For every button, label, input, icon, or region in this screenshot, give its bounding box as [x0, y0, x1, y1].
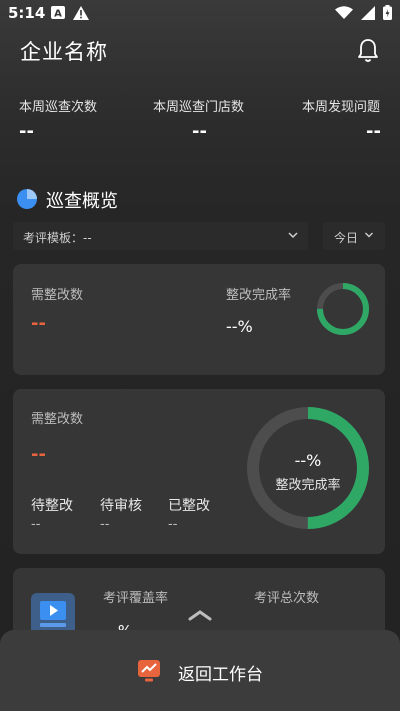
card1-need-label: 需整改数	[31, 288, 84, 303]
status-icons	[335, 5, 392, 20]
stat-stores-label: 本周巡查门店数	[153, 100, 245, 115]
card2-ring-value: --%	[294, 451, 322, 470]
rectified-label: 已整改	[168, 498, 210, 514]
card1-rate-value: --%	[226, 317, 253, 336]
pending-rectify-value: --	[31, 517, 41, 532]
bell-icon[interactable]	[356, 38, 380, 64]
page-title: 企业名称	[20, 40, 108, 64]
total-evaluations-label: 考评总次数	[254, 591, 320, 606]
warning-icon	[73, 6, 89, 20]
card1-need-value: --	[31, 313, 46, 334]
battery-icon	[383, 5, 392, 20]
card1-rate-label: 整改完成率	[226, 288, 292, 303]
notification-badge-icon: A	[51, 6, 65, 19]
stat-inspections-label: 本周巡查次数	[19, 100, 98, 115]
status-time: 5:14	[8, 4, 46, 22]
workbench-icon	[138, 660, 160, 682]
chevron-up-icon[interactable]	[188, 608, 212, 622]
video-icon	[31, 593, 75, 635]
chevron-down-icon	[288, 232, 298, 239]
pie-chart-icon	[17, 189, 37, 209]
wifi-icon	[335, 5, 353, 19]
signal-icon	[361, 5, 375, 20]
template-select-label: 考评模板：--	[23, 231, 92, 245]
chevron-down-icon	[365, 232, 373, 238]
pending-rectify-label: 待整改	[31, 498, 73, 514]
stat-issues-value: --	[366, 121, 381, 142]
notification-badge-label: A	[54, 9, 62, 20]
return-workbench-label: 返回工作台	[178, 665, 263, 685]
card2-need-value: --	[31, 444, 46, 465]
stat-inspections-value: --	[19, 121, 34, 142]
pending-review-value: --	[100, 517, 110, 532]
stat-stores-value: --	[192, 121, 207, 142]
card2-ring-label: 整改完成率	[275, 478, 341, 493]
date-select-label: 今日	[334, 231, 359, 245]
coverage-label: 考评覆盖率	[103, 591, 169, 606]
card1-progress-ring	[317, 283, 369, 335]
card2-need-label: 需整改数	[31, 412, 84, 427]
pending-review-label: 待审核	[100, 498, 142, 514]
stat-issues-label: 本周发现问题	[302, 100, 381, 115]
rectified-value: --	[168, 517, 178, 532]
overview-title: 巡查概览	[46, 191, 118, 212]
